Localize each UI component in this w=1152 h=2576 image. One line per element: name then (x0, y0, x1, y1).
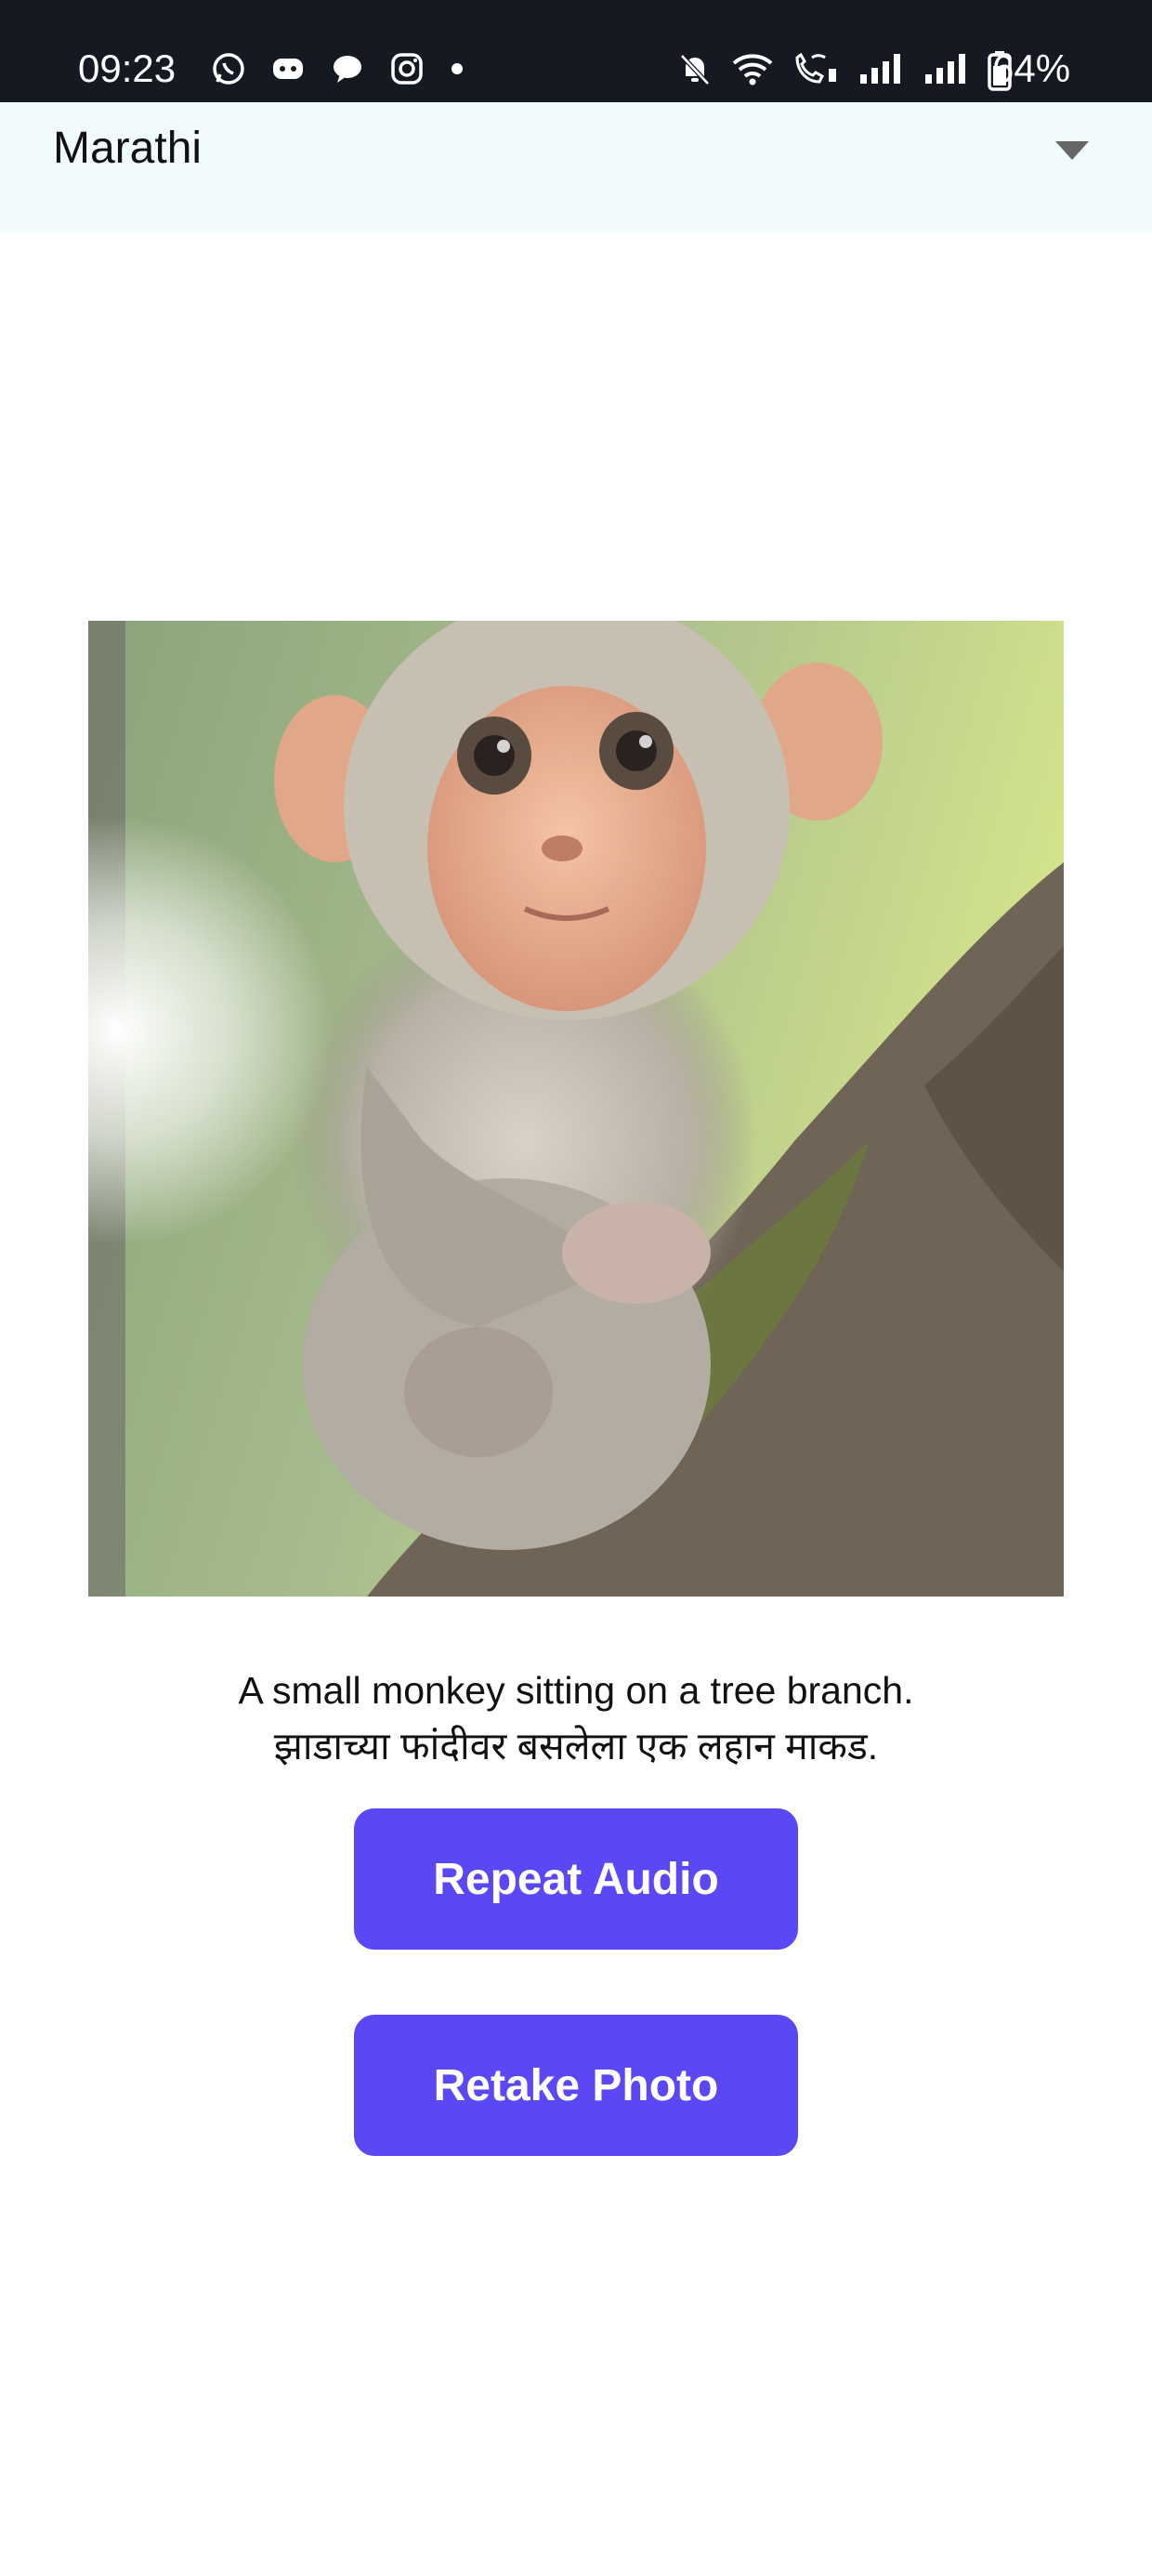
wifi-icon (730, 50, 775, 87)
system-icons (676, 46, 1013, 91)
signal-icon (922, 50, 970, 87)
mute-bell-icon (676, 50, 713, 87)
caption-english: A small monkey sitting on a tree branch. (238, 1669, 914, 1712)
monkey-photo (88, 621, 1064, 1597)
whatsapp-icon (210, 50, 247, 87)
instagram-icon (388, 50, 425, 87)
photo-caption: A small monkey sitting on a tree branch.… (0, 1663, 1152, 1773)
repeat-audio-button[interactable]: Repeat Audio (354, 1808, 798, 1950)
retake-photo-button[interactable]: Retake Photo (354, 2015, 798, 2156)
language-selected-label: Marathi (53, 124, 203, 173)
discord-icon (269, 50, 307, 87)
caption-marathi: झाडाच्या फांदीवर बसलेला एक लहान माकड. (273, 1725, 879, 1768)
status-bar: 09:23 64% (0, 0, 1152, 102)
dot-icon (448, 50, 466, 87)
signal-icon (857, 50, 905, 87)
chat-bubble-icon (329, 50, 366, 87)
battery-percent: 64% (992, 46, 1071, 90)
status-time: 09:23 (78, 46, 177, 90)
dropdown-caret-icon[interactable] (1054, 139, 1091, 162)
wifi-calling-icon (792, 50, 840, 87)
notification-icons (210, 46, 466, 91)
